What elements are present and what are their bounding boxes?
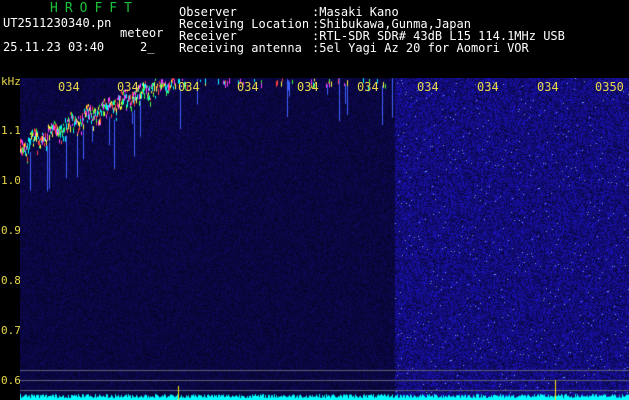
x-tick-label: 034: [417, 80, 439, 94]
x-tick-label: 034: [537, 80, 559, 94]
x-tick-label: 034: [477, 80, 499, 94]
info-value-antenna: :5el Yagi Az 20 for Aomori VOR: [312, 41, 529, 55]
detection-count: 2_: [140, 40, 155, 54]
y-tick-label: 1.0: [1, 174, 21, 187]
filename: UT2511230340.pn: [3, 16, 112, 30]
y-tick-label: 0.6: [1, 374, 21, 387]
y-tick-label: 0.7: [1, 324, 21, 337]
y-tick-label: 0.9: [1, 224, 21, 237]
x-tick-label: 034: [58, 80, 80, 94]
detection-type: meteor: [120, 26, 164, 40]
y-axis-unit: kHz: [1, 75, 21, 88]
hrofft-logo: HROFFT: [50, 1, 139, 16]
x-tick-label: 034: [357, 80, 379, 94]
x-tick-label: 034: [237, 80, 259, 94]
x-tick-label: 0350: [595, 80, 624, 94]
info-key-antenna: Receiving antenna: [179, 41, 302, 55]
x-tick-label: 034: [117, 80, 139, 94]
spectrogram: [20, 78, 629, 400]
y-tick-label: 0.8: [1, 274, 21, 287]
y-tick-label: 1.1: [1, 124, 21, 137]
x-tick-label: 034: [297, 80, 319, 94]
date-time: 25.11.23 03:40: [3, 40, 105, 54]
x-tick-label: 034: [178, 80, 200, 94]
